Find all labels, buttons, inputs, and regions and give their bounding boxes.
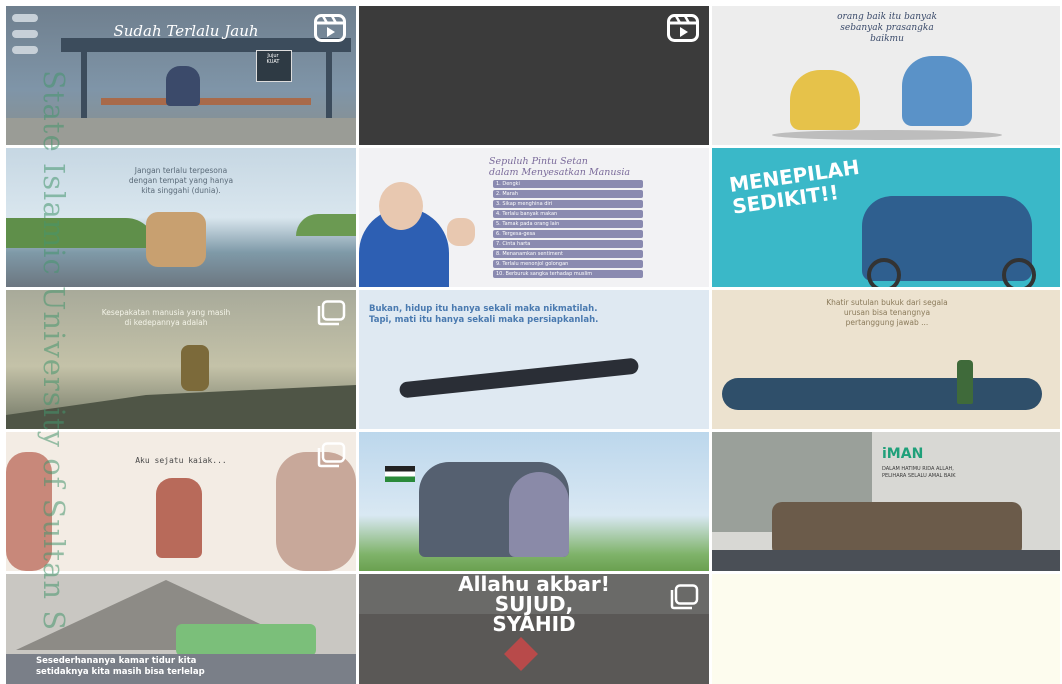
sidewalk-dot	[12, 14, 38, 22]
carousel-icon	[669, 584, 699, 610]
scooter-rider	[146, 212, 206, 267]
list-item: 10. Berburuk sangka terhadap muslim	[493, 270, 643, 278]
floating-person	[398, 357, 640, 399]
post-tile[interactable]: Jangan terlalu terpesona dengan tempat y…	[6, 148, 356, 287]
sidewalk-dot	[12, 30, 38, 38]
post-caption: orang baik itu banyak sebanyak prasangka…	[837, 12, 937, 44]
cart-and-man	[772, 502, 1022, 557]
list-item: 6. Tergesa-gesa	[493, 230, 643, 238]
reel-icon	[314, 14, 346, 42]
person-head	[379, 182, 423, 230]
list-item: 2. Marah	[493, 190, 643, 198]
pavement	[6, 118, 356, 145]
side-figure	[276, 452, 356, 571]
bed	[176, 624, 316, 656]
list-item: 1. Dengki	[493, 180, 643, 188]
empty-tile	[712, 574, 1060, 684]
post-caption: Khatir sutulan bukuk dari segala urusan …	[826, 298, 948, 327]
post-grid: Jujur KUAT Sudah Terlalu Jauh orang baik…	[6, 6, 1060, 684]
post-caption: Sesederhananya kamar tidur kita setidakn…	[36, 656, 205, 677]
person	[166, 66, 200, 106]
post-tile[interactable]: Sesederhananya kamar tidur kita setidakn…	[6, 574, 356, 684]
climber	[181, 345, 209, 391]
bus-stop-post	[326, 50, 332, 120]
post-tile[interactable]: Aku sejatu kaiak...	[6, 432, 356, 571]
lying-person	[722, 378, 1042, 410]
post-caption: Sepuluh Pintu Setan dalam Menyesatkan Ma…	[489, 156, 631, 178]
post-tile[interactable]	[359, 6, 709, 145]
list-item: 5. Tamak pada orang lain	[493, 220, 643, 228]
post-caption: Kesepakatan manusia yang masih di kedepa…	[101, 308, 231, 327]
hill	[296, 214, 356, 236]
bus-stop-roof	[61, 38, 351, 52]
post-caption: Allahu akbar! SUJUD, SYAHID	[458, 574, 610, 636]
child	[156, 478, 202, 558]
post-caption: Aku sejatu kaiak...	[135, 456, 227, 465]
woman-figure	[509, 472, 569, 557]
post-tile[interactable]	[359, 432, 709, 571]
wheel	[1002, 258, 1036, 287]
post-caption: iMAN	[882, 446, 924, 462]
reel-icon	[667, 14, 699, 42]
sidewalk-dot	[12, 46, 38, 54]
post-tile[interactable]: Khatir sutulan bukuk dari segala urusan …	[712, 290, 1060, 429]
bus-stop-post	[81, 50, 87, 120]
carousel-icon	[316, 300, 346, 326]
carousel-icon	[316, 442, 346, 468]
post-subcaption: DALAM HATIMU RIDA ALLAH, PELIHARA SELALU…	[882, 466, 956, 479]
road	[712, 550, 1060, 571]
figure-standing	[902, 56, 972, 126]
list-item: 8. Menanamkan sentiment	[493, 250, 643, 258]
side-figure	[6, 452, 52, 571]
post-tile[interactable]: MENEPILAH SEDIKIT!!	[712, 148, 1060, 287]
post-caption: Sudah Terlalu Jauh	[113, 22, 259, 40]
post-tile[interactable]: Kesepakatan manusia yang masih di kedepa…	[6, 290, 356, 429]
list-item: 4. Terlalu banyak makan	[493, 210, 643, 218]
bench	[101, 98, 311, 105]
post-tile[interactable]: Sepuluh Pintu Setan dalam Menyesatkan Ma…	[359, 148, 709, 287]
bottle	[957, 360, 973, 404]
post-caption: Jangan terlalu terpesona dengan tempat y…	[128, 166, 234, 195]
sign-board-text: Jujur KUAT	[266, 53, 280, 65]
post-tile[interactable]: orang baik itu banyak sebanyak prasangka…	[712, 6, 1060, 145]
list-item: 3. Sikap menghina diri	[493, 200, 643, 208]
post-tile[interactable]: Bukan, hidup itu hanya sekali maka nikma…	[359, 290, 709, 429]
hill-slope	[6, 385, 356, 429]
list-item: 7. Cinta harta	[493, 240, 643, 248]
hill	[6, 218, 156, 248]
post-tile[interactable]: Jujur KUAT Sudah Terlalu Jauh	[6, 6, 356, 145]
list-item: 9. Terlalu menonjol golongan	[493, 260, 643, 268]
wheel	[867, 258, 901, 287]
post-tile[interactable]: iMAN DALAM HATIMU RIDA ALLAH, PELIHARA S…	[712, 432, 1060, 571]
flag	[385, 466, 415, 482]
hand	[447, 218, 475, 246]
figure-sitting	[790, 70, 860, 130]
post-tile[interactable]: Allahu akbar! SUJUD, SYAHID	[359, 574, 709, 684]
list: 1. Dengki 2. Marah 3. Sikap menghina dir…	[493, 180, 643, 280]
post-caption: Bukan, hidup itu hanya sekali maka nikma…	[369, 304, 599, 325]
ground-shadow	[772, 130, 1002, 140]
